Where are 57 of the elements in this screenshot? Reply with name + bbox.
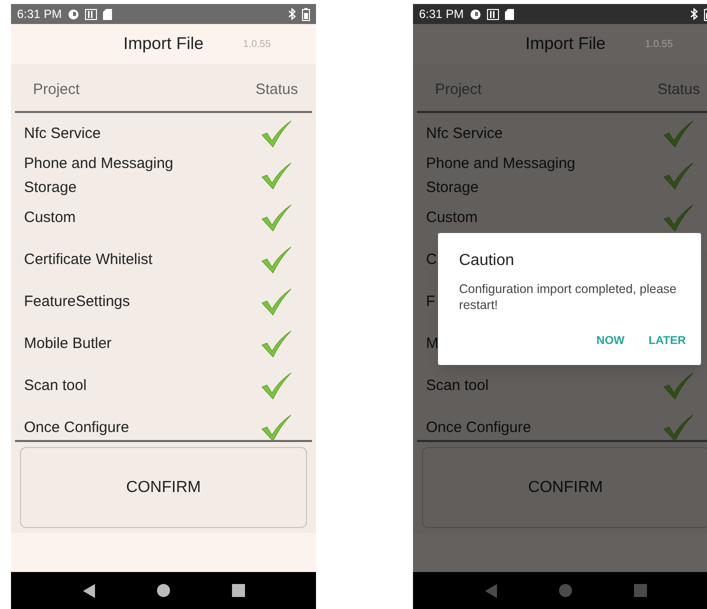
back-icon[interactable] — [82, 584, 94, 598]
status-time: 6:31 PM — [419, 6, 464, 23]
project-name: Once Configure — [24, 419, 130, 436]
dialog-button[interactable]: LATER — [648, 333, 686, 350]
check-icon — [662, 204, 694, 232]
project-name: F — [426, 293, 436, 310]
column-header: Project — [435, 80, 482, 100]
dialog-title: Caution — [459, 251, 516, 271]
column-header: Status — [657, 80, 700, 100]
project-name: Certificate Whitelist — [24, 251, 152, 268]
project-name: C — [426, 251, 437, 268]
project-name: Scan tool — [24, 377, 87, 394]
check-icon — [260, 246, 292, 274]
version-label: 1.0.55 — [243, 38, 271, 52]
project-name: Custom — [426, 209, 478, 226]
check-icon — [260, 414, 292, 440]
project-name: Once Configure — [426, 419, 532, 436]
column-header: Project — [33, 80, 80, 100]
check-icon — [260, 288, 292, 316]
check-icon — [662, 414, 694, 440]
column-header: Status — [255, 80, 298, 100]
barcode-icon — [84, 8, 97, 20]
project-name: Nfc Service — [426, 125, 503, 142]
project-name: Scan tool — [426, 377, 489, 394]
check-icon — [260, 372, 292, 400]
status-time: 6:31 PM — [17, 6, 62, 23]
confirm-button[interactable]: CONFIRM — [422, 447, 707, 528]
project-name: M — [426, 335, 438, 352]
check-icon — [260, 162, 292, 190]
status-circle-icon — [68, 8, 79, 20]
status-circle-icon — [470, 8, 481, 20]
check-icon — [260, 120, 292, 148]
recents-icon[interactable] — [232, 584, 244, 597]
project-name: FeatureSettings — [24, 293, 130, 310]
project-name: Phone and Messaging Storage — [426, 155, 576, 196]
check-icon — [662, 162, 694, 190]
project-name: Custom — [24, 209, 76, 226]
check-icon — [662, 372, 694, 400]
project-name: Mobile Butler — [24, 335, 112, 352]
sd-card-icon — [102, 8, 112, 20]
battery-icon — [302, 8, 310, 20]
version-label: 1.0.55 — [645, 38, 673, 52]
check-icon — [662, 120, 694, 148]
dialog-message: Configuration import completed, please restart! — [459, 281, 678, 313]
page-title: Import File — [123, 33, 204, 56]
barcode-icon — [486, 8, 499, 20]
bluetooth-icon — [690, 8, 698, 20]
check-icon — [260, 330, 292, 358]
sd-card-icon — [504, 8, 514, 20]
project-name: Nfc Service — [24, 125, 101, 142]
home-icon[interactable] — [156, 584, 170, 597]
project-name: Phone and Messaging Storage — [24, 155, 174, 196]
page-title: Import File — [525, 33, 606, 56]
dialog-button[interactable]: NOW — [596, 333, 625, 350]
bluetooth-icon — [288, 8, 296, 20]
check-icon — [260, 204, 292, 232]
confirm-button[interactable]: CONFIRM — [20, 447, 307, 528]
